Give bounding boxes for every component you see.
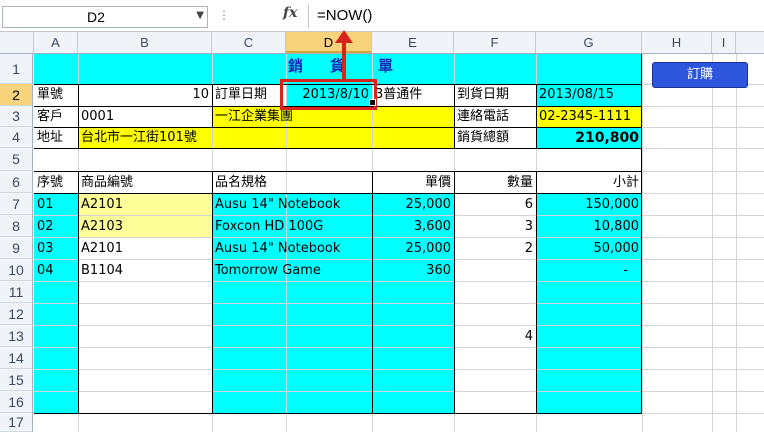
table-row-seq[interactable]: 02 (34, 217, 78, 236)
column-header-g[interactable]: G (536, 32, 642, 53)
column-header-a[interactable]: A (34, 32, 78, 53)
name-box-value: D2 (87, 9, 105, 25)
row-header-2[interactable]: 2 (0, 84, 33, 106)
column-header-e[interactable]: E (372, 32, 454, 53)
row-header-11[interactable]: 11 (0, 281, 33, 303)
phone-value[interactable]: 02-2345-1111 (536, 107, 642, 126)
address-value[interactable]: 台北市一江街101號 (78, 128, 454, 147)
fill-handle[interactable] (369, 99, 376, 106)
row-header-17[interactable]: 17 (0, 413, 33, 432)
header-price[interactable]: 單價 (372, 173, 454, 192)
name-box[interactable]: D2 ▼ (2, 6, 208, 28)
order-no-value[interactable]: 10 (78, 85, 212, 104)
selected-cell-callout (280, 79, 377, 110)
table-row-code[interactable]: A2103 (78, 217, 212, 236)
row-header-14[interactable]: 14 (0, 347, 33, 369)
select-all-corner[interactable] (0, 32, 34, 53)
row-header-1[interactable]: 1 (0, 54, 33, 84)
order-button[interactable]: 訂購 (652, 62, 748, 88)
column-header-i[interactable]: I (712, 32, 736, 53)
sales-slip-title: 銷 貨 單 (280, 55, 440, 75)
table-row-qty[interactable] (454, 261, 536, 262)
row-header-10[interactable]: 10 (0, 259, 33, 281)
table-row-name[interactable]: Tomorrow Game (212, 261, 372, 280)
row-header-7[interactable]: 7 (0, 193, 33, 215)
table-row-seq[interactable]: 03 (34, 239, 78, 258)
table-row-qty[interactable]: 2 (454, 239, 536, 258)
row-header-5[interactable]: 5 (0, 148, 33, 171)
column-header-b[interactable]: B (78, 32, 212, 53)
chevron-down-icon[interactable]: ▼ (196, 10, 204, 21)
header-subtotal[interactable]: 小計 (536, 173, 642, 192)
customer-label[interactable]: 客戶 (34, 107, 78, 126)
title-char-3: 單 (378, 57, 394, 75)
table-row-code[interactable]: A2101 (78, 239, 212, 258)
table-row-qty[interactable]: 6 (454, 195, 536, 214)
table-row-code[interactable]: B1104 (78, 261, 212, 280)
row-header-3[interactable]: 3 (0, 106, 33, 127)
row13-qty[interactable]: 4 (454, 327, 536, 346)
table-row-qty[interactable]: 3 (454, 217, 536, 236)
header-seq[interactable]: 序號 (34, 173, 78, 192)
row-header-8[interactable]: 8 (0, 215, 33, 237)
table-row-subtotal[interactable]: 10,800 (536, 217, 642, 236)
column-header-d[interactable]: D (286, 32, 372, 53)
table-row-price[interactable]: 360 (372, 261, 454, 280)
order-no-label[interactable]: 單號 (34, 85, 78, 104)
column-header-f[interactable]: F (454, 32, 536, 53)
phone-label[interactable]: 連絡電話 (454, 107, 536, 126)
row-header-6[interactable]: 6 (0, 171, 33, 193)
table-row-price[interactable]: 25,000 (372, 239, 454, 258)
arrival-date-label[interactable]: 到貨日期 (454, 85, 536, 104)
table-row-subtotal[interactable]: 150,000 (536, 195, 642, 214)
customer-code[interactable]: 0001 (78, 107, 212, 126)
formula-bar: D2 ▼ ⋮ fx =NOW() (0, 0, 764, 32)
column-header-h[interactable]: H (642, 32, 712, 53)
table-row-seq[interactable]: 04 (34, 261, 78, 280)
header-name[interactable]: 品名規格 (212, 173, 372, 192)
table-row-subtotal[interactable]: - (536, 261, 642, 280)
total-label[interactable]: 銷貨總額 (454, 128, 536, 147)
address-label[interactable]: 地址 (34, 128, 78, 147)
arrow-up-icon (335, 30, 353, 43)
table-row-name[interactable]: Foxcon HD 100G (212, 217, 372, 236)
table-row-seq[interactable]: 01 (34, 195, 78, 214)
row-header-15[interactable]: 15 (0, 369, 33, 391)
row-header-9[interactable]: 9 (0, 237, 33, 259)
row-header-12[interactable]: 12 (0, 303, 33, 325)
order-date-label[interactable]: 訂單日期 (212, 85, 286, 104)
arrival-date-value[interactable]: 2013/08/15 (536, 85, 642, 104)
header-code[interactable]: 商品編號 (78, 173, 212, 192)
row-header-4[interactable]: 4 (0, 127, 33, 148)
total-value[interactable]: 210,800 (536, 128, 642, 147)
shipping-method[interactable]: 3普通件 (372, 85, 454, 104)
column-headers: A B C D E F G H I (0, 32, 764, 54)
table-row-price[interactable]: 25,000 (372, 195, 454, 214)
row-header-13[interactable]: 13 (0, 325, 33, 347)
separator-dots-icon: ⋮ (218, 8, 230, 22)
table-row-name[interactable]: Ausu 14" Notebook (212, 239, 372, 258)
title-char-1: 銷 (288, 57, 304, 75)
header-qty[interactable]: 數量 (454, 173, 536, 192)
insert-function-button[interactable]: fx (283, 5, 297, 21)
table-row-subtotal[interactable]: 50,000 (536, 239, 642, 258)
table-row-name[interactable]: Ausu 14" Notebook (212, 195, 372, 214)
column-header-c[interactable]: C (212, 32, 286, 53)
row-header-16[interactable]: 16 (0, 391, 33, 413)
table-row-price[interactable]: 3,600 (372, 217, 454, 236)
table-row-code[interactable]: A2101 (78, 195, 212, 214)
formula-input[interactable]: =NOW() (308, 4, 760, 28)
